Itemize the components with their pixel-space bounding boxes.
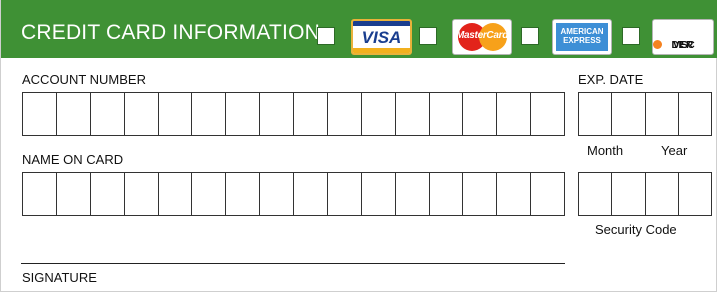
account-number-digit-box[interactable] bbox=[260, 93, 294, 135]
month-label: Month bbox=[587, 143, 624, 158]
name-on-card-char-box[interactable] bbox=[226, 173, 261, 215]
name-on-card-char-box[interactable] bbox=[463, 173, 498, 215]
exp-date-digit-box[interactable] bbox=[579, 93, 613, 135]
signature-line bbox=[21, 263, 565, 264]
account-number-digit-box[interactable] bbox=[531, 93, 564, 135]
name-on-card-char-box[interactable] bbox=[395, 173, 430, 215]
account-number-digit-box[interactable] bbox=[327, 93, 362, 135]
amex-logo: AMERICAN EXPRESS bbox=[552, 19, 612, 55]
form-header: CREDIT CARD INFORMATION VISA MasterCard … bbox=[1, 0, 717, 58]
exp-date-digit-box[interactable] bbox=[612, 93, 646, 135]
name-on-card-char-box[interactable] bbox=[260, 173, 294, 215]
name-on-card-char-box[interactable] bbox=[23, 173, 57, 215]
security-code-digit-box[interactable] bbox=[645, 173, 679, 215]
exp-date-input[interactable] bbox=[578, 92, 712, 136]
name-on-card-label: NAME ON CARD bbox=[22, 152, 124, 167]
account-number-digit-box[interactable] bbox=[463, 93, 498, 135]
exp-date-digit-box[interactable] bbox=[645, 93, 679, 135]
account-number-digit-box[interactable] bbox=[497, 93, 532, 135]
account-number-digit-box[interactable] bbox=[124, 93, 159, 135]
year-label: Year bbox=[661, 143, 688, 158]
name-on-card-char-box[interactable] bbox=[56, 173, 91, 215]
discover-logo: DISC VER bbox=[652, 19, 714, 55]
mastercard-checkbox[interactable] bbox=[419, 27, 437, 45]
name-on-card-char-box[interactable] bbox=[294, 173, 328, 215]
name-on-card-char-box[interactable] bbox=[124, 173, 159, 215]
security-code-digit-box[interactable] bbox=[678, 173, 711, 215]
name-on-card-char-box[interactable] bbox=[361, 173, 396, 215]
form-title: CREDIT CARD INFORMATION bbox=[21, 21, 320, 44]
account-number-digit-box[interactable] bbox=[429, 93, 464, 135]
name-on-card-char-box[interactable] bbox=[429, 173, 464, 215]
name-on-card-char-box[interactable] bbox=[192, 173, 227, 215]
account-number-digit-box[interactable] bbox=[90, 93, 125, 135]
mastercard-logo: MasterCard bbox=[452, 19, 512, 55]
account-number-digit-box[interactable] bbox=[158, 93, 193, 135]
account-number-label: ACCOUNT NUMBER bbox=[22, 72, 146, 87]
security-code-digit-box[interactable] bbox=[579, 173, 613, 215]
security-code-label: Security Code bbox=[595, 222, 677, 237]
name-on-card-char-box[interactable] bbox=[531, 173, 564, 215]
name-on-card-char-box[interactable] bbox=[158, 173, 193, 215]
account-number-digit-box[interactable] bbox=[23, 93, 57, 135]
name-on-card-char-box[interactable] bbox=[327, 173, 362, 215]
security-code-digit-box[interactable] bbox=[612, 173, 646, 215]
credit-card-form: CREDIT CARD INFORMATION VISA MasterCard … bbox=[0, 0, 717, 292]
amex-checkbox[interactable] bbox=[521, 27, 539, 45]
visa-checkbox[interactable] bbox=[317, 27, 335, 45]
discover-checkbox[interactable] bbox=[622, 27, 640, 45]
name-on-card-char-box[interactable] bbox=[497, 173, 532, 215]
security-code-input[interactable] bbox=[578, 172, 712, 216]
account-number-digit-box[interactable] bbox=[56, 93, 91, 135]
account-number-digit-box[interactable] bbox=[226, 93, 261, 135]
visa-logo: VISA bbox=[351, 19, 412, 55]
signature-label: SIGNATURE bbox=[22, 270, 97, 285]
account-number-digit-box[interactable] bbox=[192, 93, 227, 135]
account-number-digit-box[interactable] bbox=[361, 93, 396, 135]
exp-date-label: EXP. DATE bbox=[578, 72, 644, 87]
name-on-card-char-box[interactable] bbox=[90, 173, 125, 215]
account-number-digit-box[interactable] bbox=[395, 93, 430, 135]
exp-date-digit-box[interactable] bbox=[678, 93, 711, 135]
name-on-card-input[interactable] bbox=[22, 172, 565, 216]
account-number-digit-box[interactable] bbox=[294, 93, 328, 135]
account-number-input[interactable] bbox=[22, 92, 565, 136]
